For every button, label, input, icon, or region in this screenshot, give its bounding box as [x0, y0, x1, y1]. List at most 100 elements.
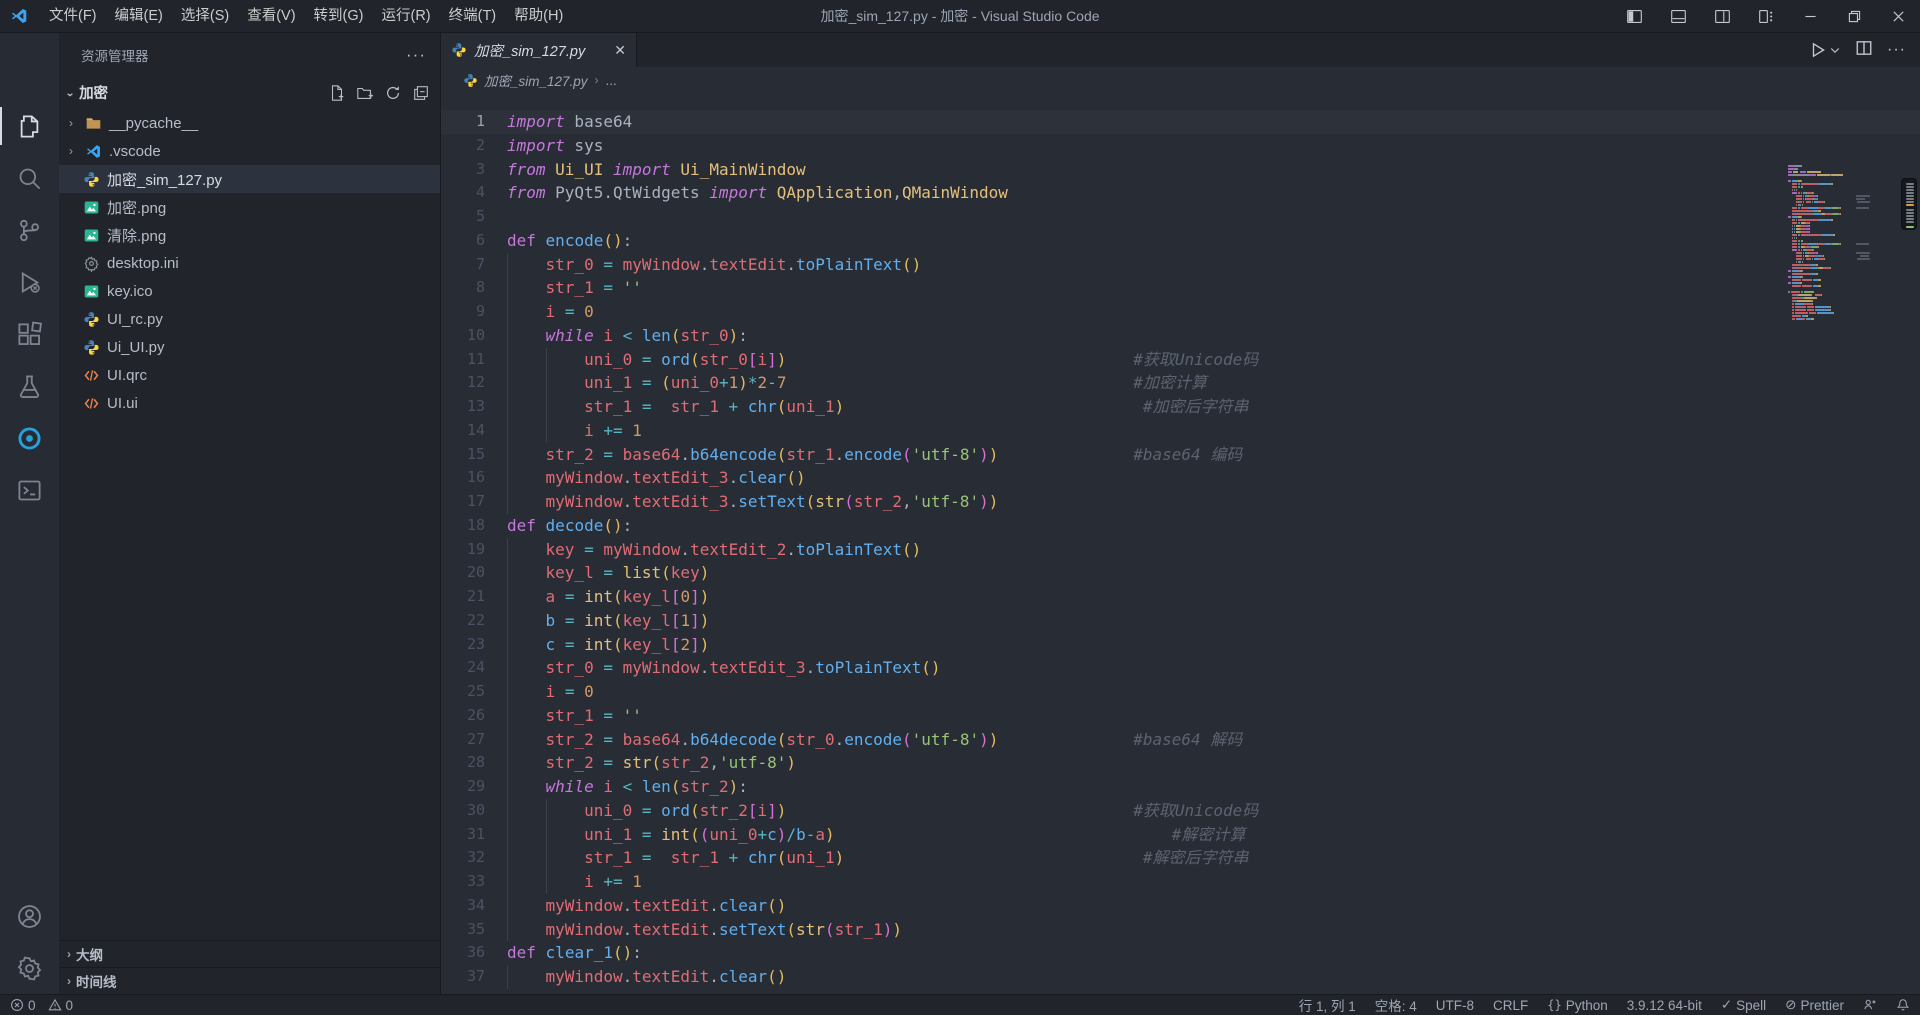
code-line[interactable]: 19 key = myWindow.textEdit_2.toPlainText… [441, 538, 1920, 562]
code-line[interactable]: 2import sys [441, 134, 1920, 158]
breadcrumb[interactable]: 加密_sim_127.py › ... [441, 67, 1920, 93]
code-line[interactable]: 10 while i < len(str_0): [441, 324, 1920, 348]
breadcrumb-symbol[interactable]: ... [606, 73, 617, 88]
customize-layout-icon[interactable] [1744, 0, 1788, 33]
restore-button[interactable] [1832, 0, 1876, 33]
file-item-ui_ui.py[interactable]: Ui_UI.py [59, 333, 440, 361]
activity-bar-testing[interactable] [0, 360, 59, 412]
indentation[interactable]: 空格: 4 [1375, 995, 1417, 1015]
overview-ruler[interactable] [1901, 178, 1917, 230]
collapse-all-icon[interactable] [412, 84, 430, 102]
code-line[interactable]: 35 myWindow.textEdit.setText(str(str_1)) [441, 918, 1920, 942]
end-of-line[interactable]: CRLF [1493, 998, 1528, 1013]
editor-more-actions-button[interactable]: ··· [1887, 41, 1906, 59]
code-line[interactable]: 24 str_0 = myWindow.textEdit_3.toPlainTe… [441, 656, 1920, 680]
menu-g[interactable]: 转到(G) [305, 0, 373, 33]
minimap[interactable] [1788, 165, 1870, 321]
activity-bar-explorer[interactable] [0, 100, 59, 152]
spell-checker-status[interactable]: ✓ Spell [1721, 997, 1766, 1013]
activity-bar-settings[interactable] [0, 942, 59, 994]
code-line[interactable]: 26 str_1 = '' [441, 704, 1920, 728]
feedback-button[interactable] [1863, 998, 1877, 1012]
code-line[interactable]: 27 str_2 = base64.b64decode(str_0.encode… [441, 728, 1920, 752]
code-line[interactable]: 18def decode(): [441, 514, 1920, 538]
prettier-status[interactable]: ⊘ Prettier [1785, 997, 1844, 1013]
close-button[interactable] [1876, 0, 1920, 33]
file-item-ui.qrc[interactable]: UI.qrc [59, 361, 440, 389]
code-line[interactable]: 6def encode(): [441, 229, 1920, 253]
file-item-清除.png[interactable]: 清除.png [59, 221, 440, 249]
code-line[interactable]: 11 uni_0 = ord(str_0[i]) #获取Unicode码 [441, 348, 1920, 372]
code-line[interactable]: 7 str_0 = myWindow.textEdit.toPlainText(… [441, 253, 1920, 277]
code-editor[interactable]: 1import base642import sys3from Ui_UI imp… [441, 93, 1920, 994]
menu-s[interactable]: 选择(S) [172, 0, 238, 33]
activity-bar-search[interactable] [0, 152, 59, 204]
code-line[interactable]: 13 str_1 = str_1 + chr(uni_1) #加密后字符串 [441, 395, 1920, 419]
code-line[interactable]: 17 myWindow.textEdit_3.setText(str(str_2… [441, 490, 1920, 514]
file-item-.vscode[interactable]: ›.vscode [59, 137, 440, 165]
code-line[interactable]: 22 b = int(key_l[1]) [441, 609, 1920, 633]
code-line[interactable]: 12 uni_1 = (uni_0+1)*2-7 #加密计算 [441, 371, 1920, 395]
explorer-more-actions-button[interactable]: ··· [406, 45, 426, 65]
timeline-section[interactable]: › 时间线 [59, 967, 440, 994]
code-line[interactable]: 31 uni_1 = int((uni_0+c)/b-a) #解密计算 [441, 823, 1920, 847]
activity-bar-terminal-view[interactable] [0, 464, 59, 516]
file-item-key.ico[interactable]: key.ico [59, 277, 440, 305]
split-editor-button[interactable] [1855, 39, 1873, 62]
python-interpreter[interactable]: 3.9.12 64-bit [1627, 998, 1702, 1013]
problems-errors[interactable]: 0 [10, 998, 36, 1013]
menu-f[interactable]: 文件(F) [40, 0, 106, 33]
minimize-button[interactable] [1788, 0, 1832, 33]
new-folder-icon[interactable] [356, 84, 374, 102]
layout-sidebar-right-icon[interactable] [1700, 0, 1744, 33]
menu-h[interactable]: 帮助(H) [505, 0, 572, 33]
code-line[interactable]: 34 myWindow.textEdit.clear() [441, 894, 1920, 918]
menu-r[interactable]: 运行(R) [372, 0, 439, 33]
file-item-desktop.ini[interactable]: desktop.ini [59, 249, 440, 277]
folder-section-header[interactable]: ⌄ 加密 [59, 76, 440, 109]
outline-section[interactable]: › 大纲 [59, 940, 440, 967]
run-python-file-button[interactable] [1809, 41, 1841, 59]
code-line[interactable]: 29 while i < len(str_2): [441, 775, 1920, 799]
code-line[interactable]: 30 uni_0 = ord(str_2[i]) #获取Unicode码 [441, 799, 1920, 823]
code-line[interactable]: 33 i += 1 [441, 870, 1920, 894]
code-line[interactable]: 23 c = int(key_l[2]) [441, 633, 1920, 657]
file-item-__pycache__[interactable]: ›__pycache__ [59, 109, 440, 137]
code-line[interactable]: 37 myWindow.textEdit.clear() [441, 965, 1920, 989]
notifications-bell[interactable] [1896, 998, 1910, 1012]
language-mode[interactable]: {} Python [1547, 998, 1607, 1013]
activity-bar-run-debug[interactable] [0, 256, 59, 308]
code-line[interactable]: 8 str_1 = '' [441, 276, 1920, 300]
new-file-icon[interactable] [328, 84, 346, 102]
problems-warnings[interactable]: 0 [48, 998, 74, 1013]
activity-bar-extensions[interactable] [0, 308, 59, 360]
refresh-icon[interactable] [384, 84, 402, 102]
code-line[interactable]: 21 a = int(key_l[0]) [441, 585, 1920, 609]
layout-panel-icon[interactable] [1656, 0, 1700, 33]
tab-active-file[interactable]: 加密_sim_127.py ✕ [441, 33, 637, 67]
file-item-加密_sim_127.py[interactable]: 加密_sim_127.py [59, 165, 440, 193]
activity-bar-source-control[interactable] [0, 204, 59, 256]
code-line[interactable]: 28 str_2 = str(str_2,'utf-8') [441, 751, 1920, 775]
menu-v[interactable]: 查看(V) [238, 0, 304, 33]
file-item-ui.ui[interactable]: UI.ui [59, 389, 440, 417]
encoding[interactable]: UTF-8 [1436, 998, 1474, 1013]
code-line[interactable]: 25 i = 0 [441, 680, 1920, 704]
activity-bar-python-environments[interactable] [0, 412, 59, 464]
code-line[interactable]: 32 str_1 = str_1 + chr(uni_1) #解密后字符串 [441, 846, 1920, 870]
file-item-加密.png[interactable]: 加密.png [59, 193, 440, 221]
code-line[interactable]: 4from PyQt5.QtWidgets import QApplicatio… [441, 181, 1920, 205]
activity-bar-accounts[interactable] [0, 890, 59, 942]
code-line[interactable]: 5 [441, 205, 1920, 229]
breadcrumb-file[interactable]: 加密_sim_127.py [484, 70, 588, 90]
cursor-position[interactable]: 行 1, 列 1 [1299, 995, 1356, 1015]
code-line[interactable]: 20 key_l = list(key) [441, 561, 1920, 585]
code-line[interactable]: 36def clear_1(): [441, 941, 1920, 965]
tab-close-icon[interactable]: ✕ [614, 42, 626, 59]
code-line[interactable]: 15 str_2 = base64.b64encode(str_1.encode… [441, 443, 1920, 467]
code-line[interactable]: 9 i = 0 [441, 300, 1920, 324]
code-line[interactable]: 38def clear_2(): [441, 989, 1920, 994]
menu-t[interactable]: 终端(T) [440, 0, 506, 33]
code-line[interactable]: 1import base64 [441, 110, 1920, 134]
code-line[interactable]: 3from Ui_UI import Ui_MainWindow [441, 158, 1920, 182]
